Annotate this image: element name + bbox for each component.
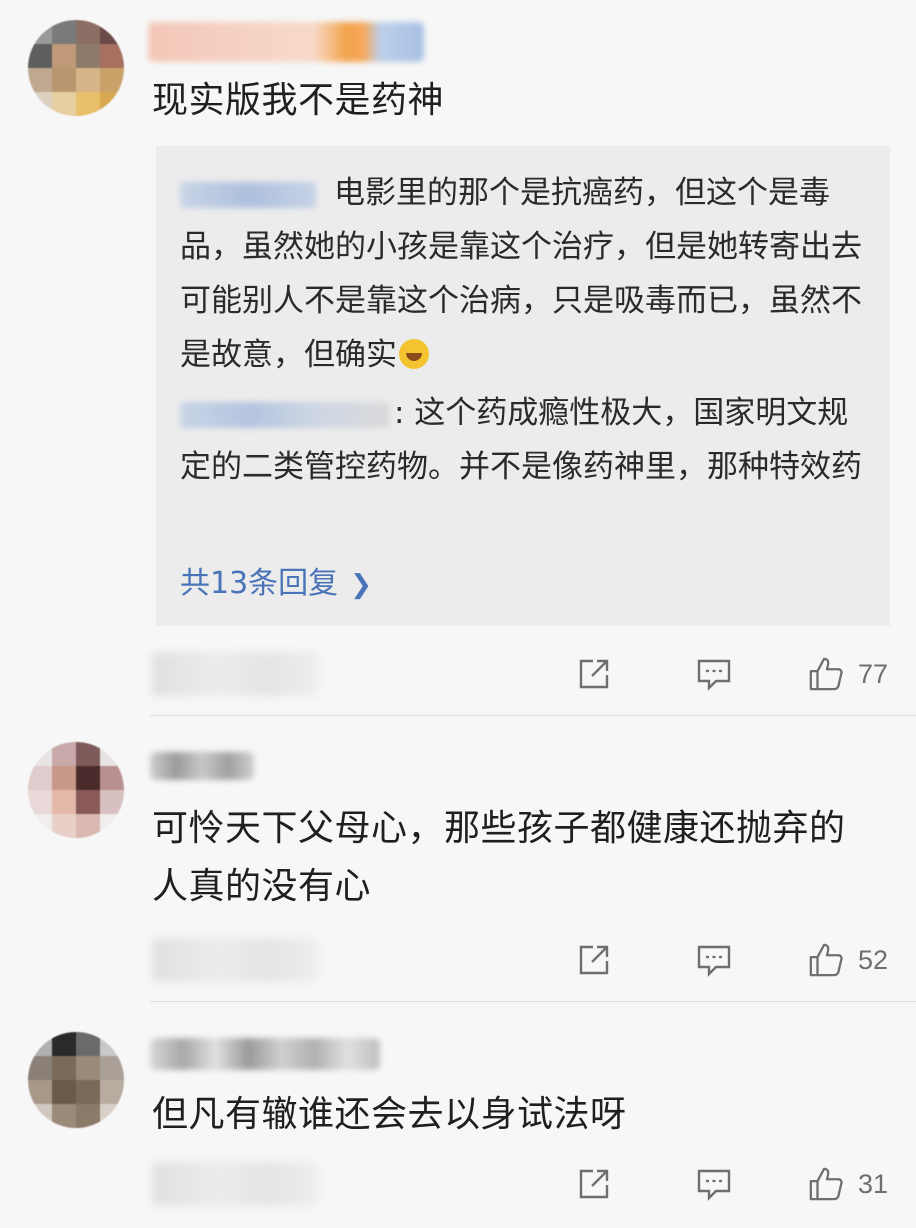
comment-icon[interactable]: [696, 942, 732, 978]
comment-meta: [152, 652, 318, 696]
like-button[interactable]: 52: [808, 942, 888, 978]
like-count: 77: [857, 658, 888, 689]
avatar[interactable]: [28, 1032, 124, 1128]
more-replies-label: 共13条回复: [180, 566, 339, 601]
thumbs-up-icon: [808, 942, 844, 978]
username[interactable]: [150, 1038, 380, 1070]
username[interactable]: [148, 22, 424, 62]
comment-3: 但凡有辙谁还会去以身试法呀 31: [0, 1002, 916, 1228]
like-count: 31: [857, 1168, 888, 1199]
comment-text: 可怜天下父母心，那些孩子都健康还抛弃的人真的没有心: [152, 808, 846, 907]
share-icon[interactable]: [576, 942, 612, 978]
comment-actions: 77: [576, 654, 888, 694]
share-icon[interactable]: [576, 656, 612, 692]
reply-username[interactable]: [180, 181, 316, 208]
comment-actions: 52: [576, 940, 888, 980]
more-replies-link[interactable]: 共13条回复 ❯: [180, 558, 372, 602]
username[interactable]: [150, 752, 254, 780]
comment-meta: [152, 1162, 318, 1206]
laughing-crying-emoji: [399, 339, 429, 369]
comment-actions: 31: [576, 1164, 888, 1204]
thumbs-up-icon: [808, 1166, 844, 1202]
thumbs-up-icon: [808, 656, 844, 692]
share-icon[interactable]: [576, 1166, 612, 1202]
avatar[interactable]: [28, 742, 124, 838]
avatar[interactable]: [28, 20, 124, 116]
comment-text: 但凡有辙谁还会去以身试法呀: [152, 1094, 627, 1135]
reply-2: : 这个药成瘾性极大，国家明文规定的二类管控药物。并不是像药神里，那种特效药: [180, 386, 872, 494]
replies-panel[interactable]: 电影里的那个是抗癌药，但这个是毒品，虽然她的小孩是靠这个治疗，但是她转寄出去可能…: [156, 146, 890, 626]
reply-1: 电影里的那个是抗癌药，但这个是毒品，虽然她的小孩是靠这个治疗，但是她转寄出去可能…: [180, 166, 872, 382]
comment-meta: [152, 938, 318, 982]
like-count: 52: [857, 944, 888, 975]
like-button[interactable]: 31: [808, 1166, 888, 1202]
comment-icon[interactable]: [696, 656, 732, 692]
like-button[interactable]: 77: [808, 656, 888, 692]
reply-username[interactable]: [180, 401, 390, 428]
chevron-right-icon: ❯: [350, 570, 372, 600]
comment-icon[interactable]: [696, 1166, 732, 1202]
comment-text: 现实版我不是药神: [152, 80, 445, 121]
comment-2: 可怜天下父母心，那些孩子都健康还抛弃的人真的没有心 52: [0, 716, 916, 1002]
comment-1: 现实版我不是药神 电影里的那个是抗癌药，但这个是毒品，虽然她的小孩是靠这个治疗，…: [0, 0, 916, 716]
